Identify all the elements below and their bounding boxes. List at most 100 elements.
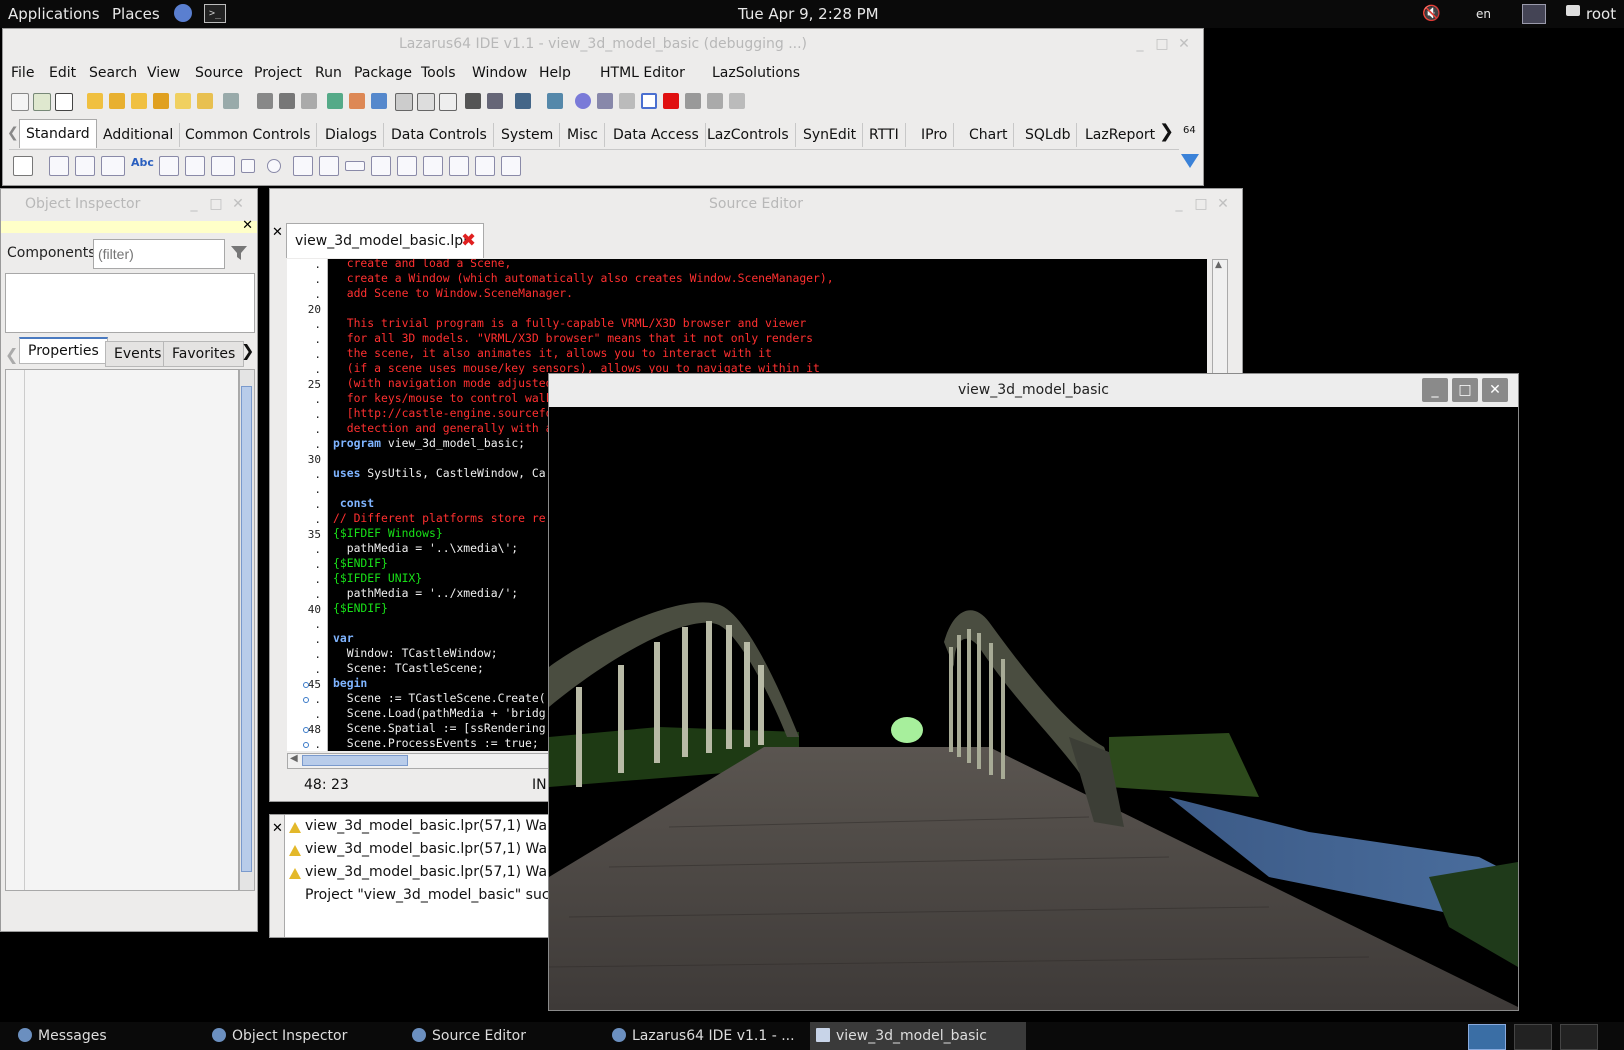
menu-package[interactable]: Package — [354, 65, 412, 81]
stop-icon[interactable] — [663, 93, 679, 109]
menu-search[interactable]: Search — [89, 65, 137, 81]
close-icon[interactable]: ✕ — [1173, 29, 1195, 59]
tab-properties[interactable]: Properties — [19, 337, 108, 364]
tradiobutton-icon[interactable] — [267, 159, 281, 173]
palette-tab-lazreport[interactable]: LazReport — [1079, 123, 1161, 147]
palette-tab-synedit[interactable]: SynEdit — [797, 123, 864, 147]
breakpoint-marker-icon[interactable] — [303, 697, 309, 703]
run-icon[interactable] — [575, 93, 591, 109]
open-recent-icon[interactable] — [109, 93, 125, 109]
3d-viewport[interactable] — [548, 407, 1518, 1010]
close-messages-icon[interactable]: ✕ — [272, 821, 283, 836]
property-scrollbar[interactable] — [239, 369, 255, 891]
tmainmenu-icon[interactable] — [49, 156, 69, 176]
new-unit-icon[interactable] — [55, 93, 73, 111]
tedit-icon[interactable] — [159, 156, 179, 176]
clock[interactable]: Tue Apr 9, 2:28 PM — [738, 5, 879, 23]
tradiogroup-icon[interactable] — [397, 156, 417, 176]
tcheckbox-icon[interactable] — [241, 159, 255, 173]
workspace-switcher-3[interactable] — [1560, 1024, 1598, 1050]
unit-info-icon[interactable] — [395, 93, 413, 111]
terminal-launcher-icon[interactable]: >_ — [204, 4, 226, 23]
menu-source[interactable]: Source — [195, 65, 243, 81]
workspace-switcher-2[interactable] — [1514, 1024, 1552, 1050]
save-all-icon[interactable] — [279, 93, 295, 109]
tab-events[interactable]: Events — [105, 341, 171, 367]
breakpoint-marker-icon[interactable] — [303, 742, 309, 748]
tgroupbox-icon[interactable] — [371, 156, 391, 176]
tlistbox-icon[interactable] — [293, 156, 313, 176]
palette-tab-misc[interactable]: Misc — [561, 123, 605, 147]
taskbar-item-messages[interactable]: Messages — [12, 1022, 208, 1050]
new-form-icon[interactable] — [33, 93, 51, 111]
breakpoint-marker-icon[interactable] — [303, 682, 309, 688]
tbutton-icon[interactable] — [101, 156, 125, 176]
applications-menu[interactable]: Applications — [8, 5, 100, 23]
maximize-icon[interactable]: □ — [1190, 189, 1212, 219]
play-icon[interactable] — [619, 93, 635, 109]
menu-help[interactable]: Help — [539, 65, 571, 81]
build-mode-icon[interactable] — [515, 93, 531, 109]
view-units-icon[interactable] — [223, 93, 239, 109]
close-icon[interactable]: ✕ — [1482, 378, 1508, 402]
hscroll-thumb[interactable] — [302, 755, 408, 766]
tactionlist-icon[interactable] — [501, 156, 521, 176]
palette-tab-additional[interactable]: Additional — [97, 123, 181, 147]
menu-html-editor[interactable]: HTML Editor — [600, 65, 685, 81]
scrollbar-thumb[interactable] — [241, 386, 252, 872]
open-project-icon[interactable] — [131, 93, 147, 109]
new-file-icon[interactable] — [11, 93, 29, 111]
message-item[interactable]: view_3d_model_basic.lpr(57,1) Warn — [305, 841, 561, 857]
menu-file[interactable]: File — [11, 65, 34, 81]
taskbar-item-3d-view[interactable]: view_3d_model_basic — [810, 1022, 1026, 1050]
taskbar-item-source-editor[interactable]: Source Editor — [406, 1022, 602, 1050]
copy-icon[interactable] — [417, 93, 435, 111]
menu-lazsolutions[interactable]: LazSolutions — [712, 65, 800, 81]
menu-edit[interactable]: Edit — [49, 65, 76, 81]
ttogglebox-icon[interactable] — [211, 156, 235, 176]
scroll-up-icon[interactable]: ▲ — [1215, 260, 1222, 270]
minimize-icon[interactable]: _ — [1422, 378, 1448, 402]
compile-icon[interactable] — [547, 93, 563, 109]
pointer-tool-icon[interactable] — [13, 156, 33, 176]
menu-window[interactable]: Window — [472, 65, 527, 81]
step-icon[interactable] — [597, 93, 613, 109]
pause-icon[interactable] — [641, 93, 657, 109]
palette-tab-ipro[interactable]: IPro — [915, 123, 955, 147]
options-icon[interactable] — [197, 93, 213, 109]
breakpoint-marker-icon[interactable] — [303, 727, 309, 733]
menu-project[interactable]: Project — [254, 65, 302, 81]
package-icon[interactable] — [175, 93, 191, 109]
maximize-icon[interactable]: □ — [1452, 378, 1478, 402]
menu-view[interactable]: View — [147, 65, 180, 81]
components-tree[interactable] — [5, 273, 255, 333]
tframe-icon[interactable] — [475, 156, 495, 176]
close-hint-icon[interactable]: ✕ — [242, 218, 253, 233]
step-over-icon[interactable] — [707, 93, 723, 109]
minimize-icon[interactable]: _ — [1168, 189, 1190, 219]
binoculars-icon[interactable] — [465, 93, 481, 109]
palette-tab-standard[interactable]: Standard — [19, 119, 97, 148]
view-toggle-icon[interactable] — [371, 93, 387, 109]
network-icon[interactable] — [1522, 4, 1546, 24]
step-into-icon[interactable] — [685, 93, 701, 109]
toggle-form-icon[interactable] — [327, 93, 343, 109]
tcheckgroup-icon[interactable] — [423, 156, 443, 176]
tlabel-icon[interactable]: Abc — [131, 156, 154, 174]
tmemo-icon[interactable] — [185, 156, 205, 176]
editor-tab[interactable]: view_3d_model_basic.lpr ✖ — [286, 223, 484, 258]
scroll-left-icon[interactable]: ◀ — [290, 753, 298, 764]
maximize-icon[interactable]: □ — [205, 189, 227, 219]
palette-tab-system[interactable]: System — [495, 123, 561, 147]
close-file-icon[interactable] — [301, 93, 317, 109]
chevron-left-icon[interactable]: ❮ — [7, 125, 19, 141]
message-item[interactable]: view_3d_model_basic.lpr(57,1) Warn — [305, 864, 561, 880]
debug-icon[interactable] — [487, 93, 503, 109]
close-editor-pane-icon[interactable]: ✕ — [272, 225, 283, 240]
paste-icon[interactable] — [439, 93, 457, 111]
save-icon[interactable] — [257, 93, 273, 109]
tpopupmenu-icon[interactable] — [75, 156, 95, 176]
workspace-switcher-1[interactable] — [1468, 1024, 1506, 1050]
message-item[interactable]: view_3d_model_basic.lpr(57,1) Warn — [305, 818, 561, 834]
browser-launcher-icon[interactable] — [174, 4, 192, 22]
